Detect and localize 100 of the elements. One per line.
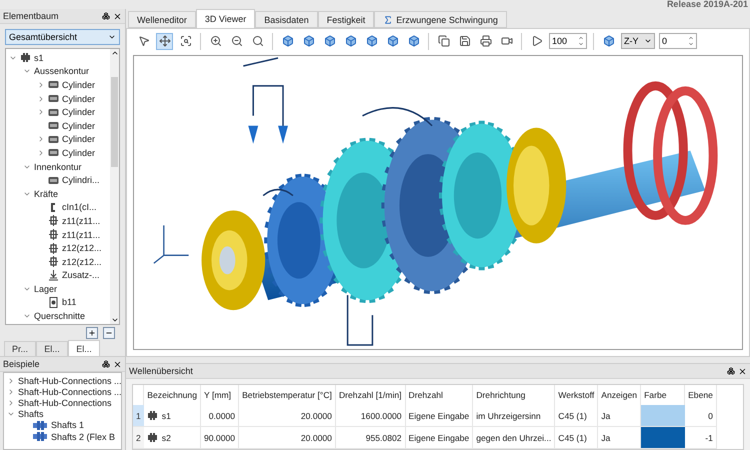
tree-item[interactable]: Shaft-Hub-Connections ... (18, 386, 121, 397)
plane-dropdown[interactable]: Z-Y (621, 33, 655, 49)
table-cell: 0.0000 (200, 405, 239, 426)
table-cell: gegen den Uhrzei... (472, 426, 555, 448)
tree-item[interactable]: Cylinder (62, 107, 96, 118)
cylinder-icon (48, 106, 59, 118)
tree-item[interactable]: z12(z12... (62, 243, 102, 254)
tree-item[interactable]: z11(z11... (62, 216, 100, 226)
scroll-up-icon[interactable] (110, 49, 118, 57)
tree-item[interactable]: Shafts 2 (Flex B (51, 432, 116, 442)
close-icon[interactable] (738, 366, 747, 376)
close-icon[interactable] (113, 12, 122, 20)
plus-icon (88, 329, 96, 337)
tree-item[interactable]: s1 (34, 52, 44, 63)
scrollbar[interactable] (110, 49, 119, 324)
table-cell: 0 (684, 405, 716, 426)
tree-item[interactable]: cIn1(cI... (62, 202, 97, 212)
panel-title: Beispiele (3, 359, 40, 369)
table-cell: im Uhrzeigersinn (472, 405, 555, 426)
pan-icon (158, 35, 170, 47)
column-header[interactable]: Betriebstemperatur [°C] (238, 385, 336, 405)
scroll-down-icon[interactable] (110, 316, 118, 324)
column-header[interactable]: Drehrichtung (472, 385, 555, 405)
cylinder-icon (48, 120, 59, 132)
cube-view-icon (302, 35, 314, 47)
shaft-icon (20, 52, 31, 64)
collapsed-chevron-icon[interactable] (7, 398, 15, 407)
collapsed-chevron-icon[interactable] (37, 148, 45, 157)
tree-item[interactable]: Aussenkontur (34, 66, 90, 76)
camera-icon (500, 35, 512, 47)
tree-item[interactable]: b11 (62, 297, 76, 308)
color-swatch[interactable] (641, 405, 685, 426)
table-cell: 20.0000 (238, 426, 336, 448)
collapsed-chevron-icon[interactable] (37, 135, 45, 144)
panel-tab[interactable]: Pr... (4, 341, 36, 356)
collapsed-chevron-icon[interactable] (37, 80, 45, 89)
row-number[interactable]: 1 (133, 405, 144, 426)
column-header[interactable]: Drehzahl [1/min] (335, 385, 406, 405)
cube-view-icon (344, 35, 356, 47)
tree-item[interactable]: z11(z11... (62, 230, 100, 240)
table-cell: s2 (162, 432, 171, 442)
cylinder-icon (48, 79, 59, 90)
collapsed-chevron-icon[interactable] (37, 94, 45, 103)
tree-item[interactable]: Kräfte (34, 188, 58, 199)
panel-tab[interactable]: El... (68, 340, 100, 356)
cube-view-icon (386, 35, 398, 47)
collapsed-chevron-icon[interactable] (7, 388, 15, 396)
column-header[interactable]: Bezeichnung (144, 385, 200, 405)
add-button[interactable] (86, 327, 98, 339)
spin-up-icon[interactable] (578, 35, 584, 41)
shaft-icon (146, 432, 158, 443)
gear-force-icon (48, 229, 59, 240)
table-cell: 90.0000 (200, 426, 239, 448)
tree-item[interactable]: Shafts 1 (51, 420, 84, 430)
tab[interactable]: Festigkeit (318, 11, 374, 28)
row-number[interactable]: 2 (133, 426, 144, 448)
number-spinner[interactable]: 100 (549, 33, 587, 49)
remove-button[interactable] (103, 327, 115, 339)
table-cell: s1 (162, 410, 171, 420)
pan-button[interactable] (156, 32, 173, 50)
column-header[interactable]: Drehzahl (405, 385, 473, 405)
tree-item[interactable]: Cylinder (62, 134, 96, 144)
collapsed-chevron-icon[interactable] (7, 376, 15, 385)
panel-tab[interactable]: El... (36, 341, 68, 356)
tree-item[interactable]: Querschnitte (34, 311, 86, 322)
tree-item[interactable]: Cylinder (62, 94, 96, 104)
tree-item[interactable]: Cylinder (62, 148, 96, 158)
save-icon (458, 35, 470, 47)
tree-item[interactable]: Cylinder (62, 80, 96, 90)
view-dropdown[interactable]: Gesamtübersicht (5, 29, 120, 45)
column-header[interactable]: Anzeigen (598, 385, 641, 405)
tree-item[interactable]: Shaft-Hub-Connections ... (18, 376, 121, 386)
gear-force-icon (48, 256, 59, 268)
tab[interactable]: Welleneditor (128, 11, 196, 28)
column-header[interactable]: Werkstoff (554, 385, 598, 405)
tree-item[interactable]: Innenkontur (34, 162, 82, 172)
spin-down-icon[interactable] (688, 41, 694, 47)
color-swatch[interactable] (641, 427, 685, 448)
tree-item[interactable]: Lager (34, 284, 58, 294)
cube-view-icon (324, 35, 336, 47)
column-header[interactable]: Y [mm] (200, 385, 239, 405)
collapsed-chevron-icon[interactable] (37, 108, 45, 116)
tab[interactable]: Erzwungene Schwingung (374, 11, 507, 28)
tree-item[interactable]: z12(z12... (62, 256, 102, 267)
spin-up-icon[interactable] (688, 35, 694, 41)
tree-item[interactable]: Cylindri... (62, 175, 100, 186)
tab[interactable]: 3D Viewer (196, 9, 256, 28)
cube-view-icon (366, 35, 378, 47)
column-header[interactable]: Ebene (684, 385, 716, 405)
cylinder-icon (48, 93, 59, 104)
number-spinner[interactable]: 0 (659, 33, 697, 49)
tree-item[interactable]: Cylinder (62, 120, 96, 131)
table-cell: Eigene Eingabe (405, 405, 473, 426)
close-icon[interactable] (113, 360, 122, 368)
tree-item[interactable]: Zusatz-... (62, 270, 100, 280)
dropdown-caret-icon (644, 37, 652, 45)
tree-item[interactable]: Shaft-Hub-Connections (18, 398, 112, 408)
tree-item[interactable]: Shafts (18, 409, 44, 420)
spin-down-icon[interactable] (578, 41, 584, 47)
tab[interactable]: Basisdaten (255, 11, 318, 28)
